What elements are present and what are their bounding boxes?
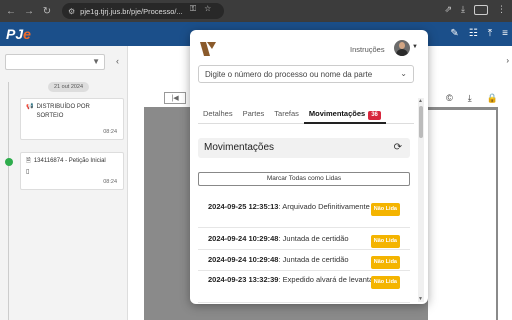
scroll-up-icon: ▲: [418, 98, 423, 104]
tab-bar: Detalhes Partes Tarefas Movimentações 36: [198, 108, 414, 124]
movement-item[interactable]: 2024-09-25 12:35:13: Arquivado Definitiv…: [198, 196, 410, 228]
site-info-icon[interactable]: ⚙: [68, 7, 75, 16]
menu-icon[interactable]: ⋮: [497, 4, 506, 15]
avatar[interactable]: [394, 40, 410, 56]
movement-item[interactable]: 2024-09-24 10:29:48: Juntada de certidão…: [198, 228, 410, 250]
filter-input[interactable]: ▼: [5, 54, 105, 70]
date-pill: 21 out 2024: [48, 82, 90, 92]
unread-badge[interactable]: Não Lida: [370, 256, 400, 269]
extensions-icon[interactable]: [474, 4, 488, 15]
caret-down-icon[interactable]: ▼: [412, 44, 418, 50]
hamburger-icon[interactable]: ≡: [502, 28, 508, 39]
panel-header: Movimentações ⟳: [198, 138, 410, 158]
ext-icon[interactable]: ⇗: [444, 4, 452, 15]
timeline-line: [8, 82, 9, 320]
timeline-panel: ▼ ‹ 21 out 2024 📢 DISTRIBUÍDO POR SORTEIO…: [0, 46, 128, 320]
forward-icon[interactable]: →: [22, 4, 36, 18]
refresh-icon[interactable]: ⟳: [394, 142, 402, 153]
copyright-icon[interactable]: ©: [446, 93, 453, 104]
pje-logo[interactable]: PJe: [6, 26, 31, 42]
timeline-dot: [5, 158, 13, 166]
instructions-link[interactable]: Instruções: [350, 45, 385, 54]
collapse-left-icon[interactable]: ‹: [116, 56, 119, 66]
chevron-down-icon: ⌄: [400, 69, 407, 78]
timeline-card[interactable]: 🗎 134116874 - Petição Inicial ▯ 08:24: [20, 152, 124, 190]
tab-detalhes[interactable]: Detalhes: [198, 108, 238, 124]
people-icon[interactable]: ☷: [469, 28, 478, 39]
document-icon: 🗎: [26, 158, 31, 164]
back-icon[interactable]: ←: [4, 4, 18, 18]
movement-item[interactable]: 2024-09-24 10:29:48: Juntada de certidão…: [198, 249, 410, 271]
lock-icon[interactable]: 🔒: [487, 93, 498, 104]
tab-partes[interactable]: Partes: [238, 108, 270, 124]
attachment-icon[interactable]: ▯: [26, 168, 118, 175]
unread-badge[interactable]: Não Lida: [370, 276, 400, 289]
panel-title: Movimentações: [204, 142, 275, 153]
megaphone-icon: 📢: [26, 104, 34, 110]
movement-item[interactable]: 2024-09-23 13:32:39: Expedido alvará de …: [198, 269, 410, 303]
scrollbar-thumb[interactable]: [419, 106, 423, 138]
star-icon[interactable]: ☆: [204, 4, 211, 14]
browser-toolbar: ← → ↻ ⚙ pje1g.tjrj.jus.br/pje/Processo/.…: [0, 0, 512, 22]
document-page: [428, 110, 496, 320]
first-page-button[interactable]: |◀: [164, 92, 186, 104]
expand-right-icon[interactable]: ›: [506, 56, 509, 65]
reload-icon[interactable]: ↻: [40, 4, 54, 18]
process-select[interactable]: Digite o número do processo ou nome da p…: [198, 65, 414, 83]
tab-movimentacoes[interactable]: Movimentações 36: [303, 108, 386, 124]
extension-popup: Instruções ▼ Digite o número do processo…: [190, 30, 428, 304]
scrollbar[interactable]: ▲ ▼: [418, 98, 424, 302]
filter-icon[interactable]: ▼: [92, 57, 100, 66]
mark-all-read-button[interactable]: Marcar Todas como Lidas: [198, 172, 410, 186]
download-doc-icon[interactable]: ⤓: [468, 93, 472, 104]
download-icon[interactable]: ⤓: [461, 4, 465, 15]
count-badge: 36: [368, 111, 381, 120]
notes-icon[interactable]: ✎: [450, 28, 458, 39]
key-icon[interactable]: ⚿: [190, 4, 196, 14]
unread-badge[interactable]: Não Lida: [370, 235, 400, 248]
app-logo-icon: [200, 42, 216, 56]
unread-badge[interactable]: Não Lida: [370, 203, 400, 216]
url-text: pje1g.tjrj.jus.br/pje/Processo/...: [80, 6, 183, 16]
timeline-card[interactable]: 📢 DISTRIBUÍDO POR SORTEIO 08:24: [20, 98, 124, 140]
scroll-down-icon: ▼: [418, 296, 423, 302]
tab-tarefas[interactable]: Tarefas: [269, 108, 304, 124]
upload-icon[interactable]: ⤒: [488, 28, 492, 39]
